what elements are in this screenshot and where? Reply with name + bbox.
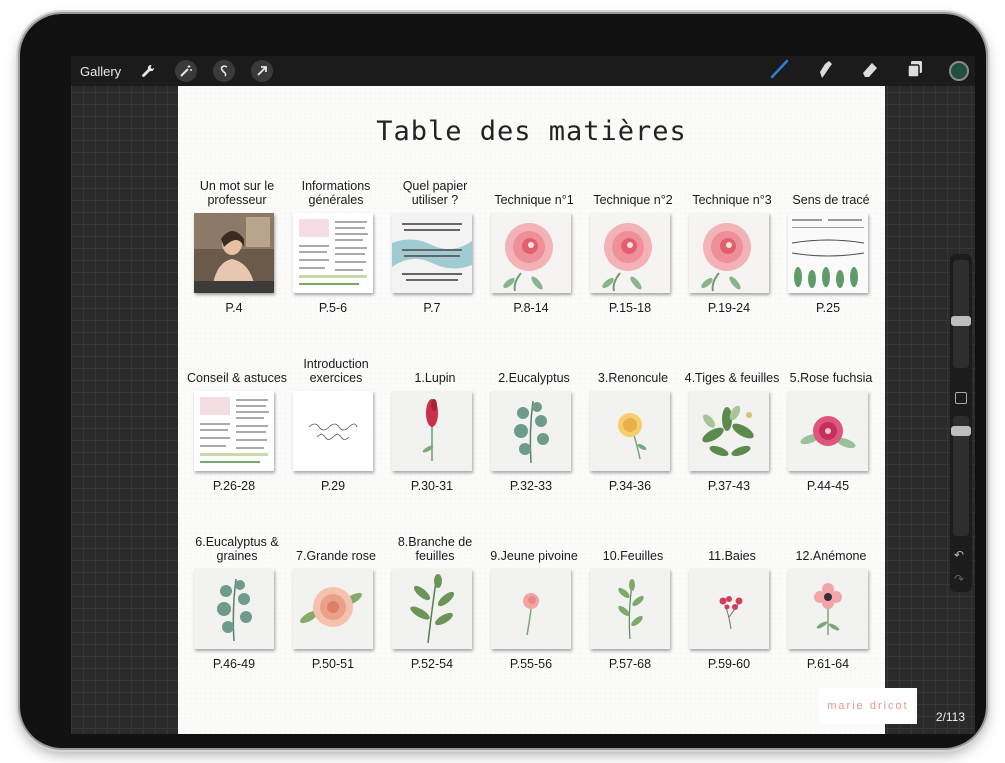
toc-entry-label: 10.Feuilles	[602, 549, 664, 563]
toc-entry-label: Quel papier utiliser ?	[402, 179, 468, 207]
toc-entry-label: Technique n°1	[494, 193, 574, 207]
toc-entry-page: P.44-45	[806, 479, 850, 493]
toc-entry-page: P.29	[320, 479, 346, 493]
toc-entry-thumbnail[interactable]	[392, 569, 472, 649]
toc-entry-label: 7.Grande rose	[296, 549, 376, 563]
toc-entry-label: Sens de tracé	[792, 193, 870, 207]
toc-entry-thumbnail[interactable]	[590, 569, 670, 649]
toc-entry-thumbnail[interactable]	[194, 569, 274, 649]
undo-icon[interactable]: ↶	[954, 548, 964, 562]
toc-entry-label: 4.Tiges & feuilles	[684, 371, 780, 385]
toc-entry-thumbnail[interactable]	[689, 391, 769, 471]
wrench-icon[interactable]	[137, 60, 159, 82]
toc-entry-label: 8.Branche de feuilles	[397, 535, 473, 563]
tablet-frame: Gallery Table des matières Un mot sur le…	[20, 14, 986, 748]
eraser-icon[interactable]	[859, 58, 881, 85]
layers-icon[interactable]	[904, 58, 926, 85]
toc-entry-thumbnail[interactable]	[788, 213, 868, 293]
toc-entry-page: P.25	[815, 301, 841, 315]
opacity-handle[interactable]	[951, 426, 971, 436]
procreate-screen: Gallery Table des matières Un mot sur le…	[71, 56, 975, 734]
toolbar-right-group	[769, 56, 969, 86]
toc-entry-thumbnail[interactable]	[293, 213, 373, 293]
color-picker-button[interactable]	[949, 61, 969, 81]
toc-entry-page: P.37-43	[707, 479, 751, 493]
toc-entry-page: P.61-64	[806, 657, 850, 671]
toc-entry-page: P.52-54	[410, 657, 454, 671]
toc-entry-page: P.46-49	[212, 657, 256, 671]
toc-entry-label: Introduction exercices	[303, 357, 369, 385]
brush-size-slider[interactable]	[953, 260, 969, 368]
toolbar-left-group: Gallery	[71, 60, 289, 82]
selection-icon[interactable]	[213, 60, 236, 82]
toc-entry-page: P.57-68	[608, 657, 652, 671]
toc-entry-label: 3.Renoncule	[597, 371, 669, 385]
toc-entry-label: Un mot sur le professeur	[199, 179, 275, 207]
page-title: Table des matières	[376, 116, 687, 147]
brush-sidebar: ↶ ↷	[950, 254, 972, 592]
toc-entry-thumbnail[interactable]	[293, 569, 373, 649]
toc-entry-label: 5.Rose fuchsia	[789, 371, 873, 385]
toc-entry-page: P.32-33	[509, 479, 553, 493]
toc-entry-page: P.5-6	[318, 301, 348, 315]
toc-entry-thumbnail[interactable]	[293, 391, 373, 471]
toc-entry-thumbnail[interactable]	[491, 391, 571, 471]
toc-entry-label: Technique n°2	[593, 193, 673, 207]
toc-entry-page: P.7	[423, 301, 441, 315]
toc-entry-page: P.55-56	[509, 657, 553, 671]
toc-entry-page: P.4	[225, 301, 243, 315]
toc-entry-page: P.15-18	[608, 301, 652, 315]
toc-entry-page: P.8-14	[513, 301, 549, 315]
toc-entry-label: Technique n°3	[692, 193, 772, 207]
toc-entry-page: P.30-31	[410, 479, 454, 493]
toc-entry-thumbnail[interactable]	[491, 569, 571, 649]
toc-entry-thumbnail[interactable]	[689, 569, 769, 649]
toc-entry-thumbnail[interactable]	[491, 213, 571, 293]
toc-entry-thumbnail[interactable]	[788, 391, 868, 471]
brush-icon[interactable]	[769, 58, 791, 85]
toc-entry-page: P.26-28	[212, 479, 256, 493]
toc-entry-thumbnail[interactable]	[194, 391, 274, 471]
toc-entry-label: 9.Jeune pivoine	[490, 549, 578, 563]
smudge-icon[interactable]	[814, 58, 836, 85]
top-toolbar: Gallery	[71, 56, 975, 86]
toc-entry-label: Conseil & astuces	[186, 371, 288, 385]
toc-entry-label: 1.Lupin	[414, 371, 456, 385]
magic-wand-icon[interactable]	[175, 60, 198, 82]
page-counter: 2/113	[935, 710, 965, 724]
toc-entry-label: 11.Baies	[708, 549, 756, 563]
redo-icon[interactable]: ↷	[954, 572, 964, 586]
toc-entry-label: 2.Eucalyptus	[498, 371, 570, 385]
toc-entry-page: P.59-60	[707, 657, 751, 671]
toc-entry-thumbnail[interactable]	[590, 213, 670, 293]
toc-entry-page: P.19-24	[707, 301, 751, 315]
modify-square-icon[interactable]	[955, 392, 967, 404]
toc-entry-thumbnail[interactable]	[194, 213, 274, 293]
toc-entry-thumbnail[interactable]	[392, 391, 472, 471]
signature-logo: marie dricot	[819, 688, 917, 724]
toc-entry-page: P.50-51	[311, 657, 355, 671]
toc-entry-thumbnail[interactable]	[392, 213, 472, 293]
brush-size-handle[interactable]	[951, 316, 971, 326]
document-canvas[interactable]: Table des matières Un mot sur le profess…	[178, 86, 917, 734]
toc-entry-page: P.34-36	[608, 479, 652, 493]
transform-arrow-icon[interactable]	[251, 60, 274, 82]
toc-entry-thumbnail[interactable]	[590, 391, 670, 471]
toc-entry-label: 12.Anémone	[795, 549, 867, 563]
toc-entry-label: Informations générales	[301, 179, 371, 207]
gallery-button[interactable]: Gallery	[80, 64, 121, 79]
toc-entry-label: 6.Eucalyptus & graines	[195, 535, 279, 563]
toc-entry-thumbnail[interactable]	[788, 569, 868, 649]
toc-entry-thumbnail[interactable]	[689, 213, 769, 293]
